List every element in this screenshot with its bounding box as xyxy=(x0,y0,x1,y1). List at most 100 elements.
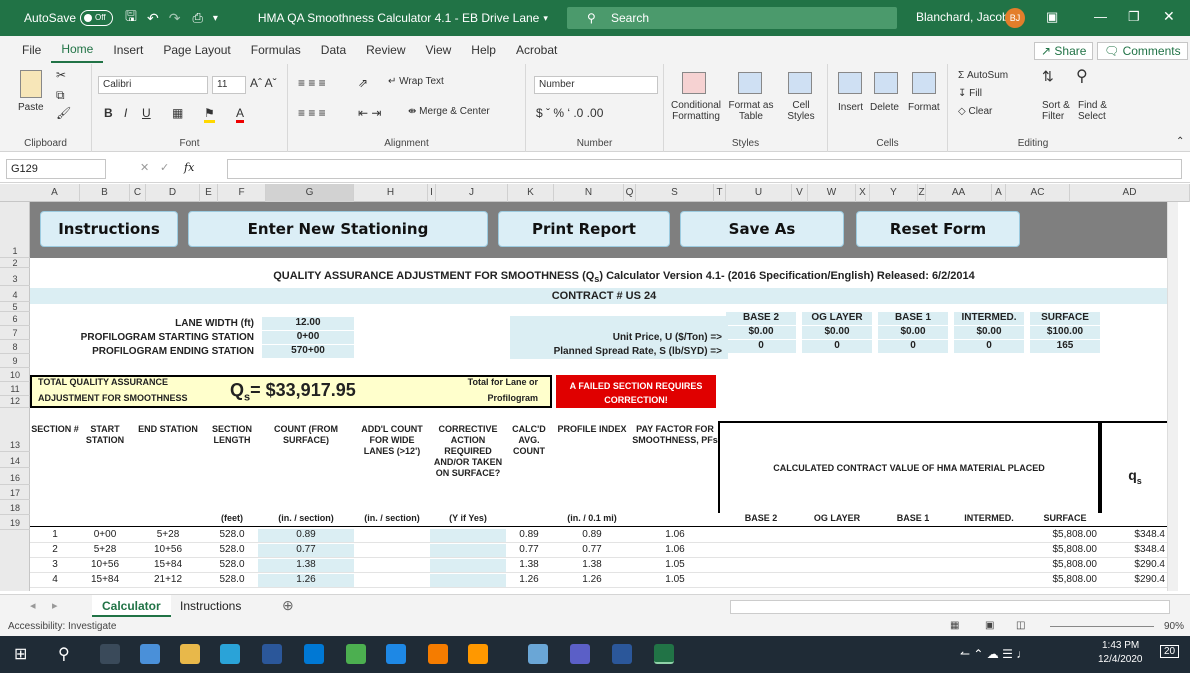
tab-insert[interactable]: Insert xyxy=(103,36,153,64)
column-header[interactable]: K xyxy=(508,184,554,202)
spread-rate-value[interactable]: 0 xyxy=(802,340,872,353)
tab-review[interactable]: Review xyxy=(356,36,415,64)
unit-price-value[interactable]: $0.00 xyxy=(954,326,1024,339)
formula-input[interactable] xyxy=(227,159,1182,179)
column-header[interactable]: S xyxy=(636,184,714,202)
column-header[interactable]: W xyxy=(808,184,856,202)
row-cell-count[interactable]: 0.89 xyxy=(258,529,354,542)
bold-icon[interactable]: B xyxy=(104,106,113,120)
row-cell-corrective[interactable] xyxy=(430,559,506,572)
column-header[interactable]: B xyxy=(80,184,130,202)
row-header[interactable]: 6 xyxy=(0,312,30,326)
word-app-icon[interactable] xyxy=(612,644,632,664)
font-color-icon[interactable]: A xyxy=(236,106,245,123)
sheet-tab-calculator[interactable]: Calculator xyxy=(92,595,171,617)
close-icon[interactable]: ✕ xyxy=(1163,8,1175,25)
unit-price-value[interactable]: $0.00 xyxy=(878,326,948,339)
column-header[interactable]: AD xyxy=(1070,184,1190,202)
tab-formulas[interactable]: Formulas xyxy=(241,36,311,64)
align-left-icon[interactable]: ≡ ≡ ≡ xyxy=(298,106,326,120)
file-explorer-icon[interactable] xyxy=(180,644,200,664)
fx-icon[interactable]: fx xyxy=(184,161,194,174)
add-sheet-icon[interactable]: ⊕ xyxy=(282,597,294,614)
format-as-table-button[interactable]: Format as Table xyxy=(726,100,776,122)
delete-cells-icon[interactable] xyxy=(874,72,898,94)
spread-rate-value[interactable]: 0 xyxy=(954,340,1024,353)
tab-page-layout[interactable]: Page Layout xyxy=(153,36,240,64)
insert-button[interactable]: Insert xyxy=(838,102,863,113)
system-tray-icons[interactable]: ↼ ⌃ ☁ ☰ ♩ xyxy=(960,647,1028,661)
task-view-icon[interactable] xyxy=(100,644,120,664)
taskbar-search-icon[interactable]: ⚲ xyxy=(58,644,78,664)
paste-icon[interactable] xyxy=(20,70,42,98)
row-cell-corrective[interactable] xyxy=(430,574,506,587)
page-break-icon[interactable]: ◫ xyxy=(1016,620,1025,631)
font-size-select[interactable]: 11 xyxy=(212,76,246,94)
row-cell-count[interactable]: 0.77 xyxy=(258,544,354,557)
format-painter-icon[interactable]: 🖌 xyxy=(56,106,71,120)
save-as-button[interactable]: Save As xyxy=(680,211,844,247)
fill-color-icon[interactable]: ⚑ xyxy=(204,106,215,123)
wrap-text-button[interactable]: ↵ Wrap Text xyxy=(388,76,444,87)
row-header[interactable]: 18 xyxy=(0,500,30,515)
page-layout-icon[interactable]: ▣ xyxy=(985,620,994,631)
lane-width-value[interactable]: 12.00 xyxy=(262,317,354,330)
cancel-icon[interactable]: ✕ xyxy=(140,161,149,174)
chrome-icon[interactable] xyxy=(140,644,160,664)
cut-icon[interactable]: ✂ xyxy=(56,68,66,82)
spread-rate-value[interactable]: 0 xyxy=(878,340,948,353)
row-header[interactable]: 8 xyxy=(0,340,30,354)
unit-price-value[interactable]: $0.00 xyxy=(802,326,872,339)
enter-new-stationing-button[interactable]: Enter New Stationing xyxy=(188,211,488,247)
clear-button[interactable]: ◇ Clear xyxy=(958,106,992,117)
row-header[interactable]: 9 xyxy=(0,354,30,368)
column-header[interactable]: G xyxy=(266,184,354,202)
column-header[interactable]: F xyxy=(218,184,266,202)
column-header[interactable]: V xyxy=(792,184,808,202)
normal-view-icon[interactable]: ▦ xyxy=(950,620,959,631)
prev-sheet-icon[interactable]: ◂ xyxy=(30,599,36,612)
paste-button[interactable]: Paste xyxy=(18,102,44,113)
underline-icon[interactable]: U xyxy=(142,106,151,120)
column-header[interactable]: D xyxy=(146,184,200,202)
column-header[interactable]: AA xyxy=(926,184,992,202)
column-header[interactable]: A xyxy=(992,184,1006,202)
horizontal-scrollbar[interactable] xyxy=(730,600,1170,614)
row-header[interactable]: 13 xyxy=(0,408,30,452)
reset-form-button[interactable]: Reset Form xyxy=(856,211,1020,247)
cell-styles-button[interactable]: Cell Styles xyxy=(782,100,820,122)
teams-icon[interactable] xyxy=(570,644,590,664)
column-header[interactable]: N xyxy=(554,184,624,202)
top-align-icon[interactable]: ≡ ≡ ≡ xyxy=(298,76,326,90)
copy-icon[interactable]: ⧉ xyxy=(56,88,65,103)
indent-icon[interactable]: ⇤ ⇥ xyxy=(358,106,381,120)
column-header[interactable]: T xyxy=(714,184,726,202)
column-header[interactable]: E xyxy=(200,184,218,202)
tab-home[interactable]: Home xyxy=(51,37,104,63)
notifications-badge[interactable]: 20 xyxy=(1160,645,1180,658)
sheet-tab-instructions[interactable]: Instructions xyxy=(180,599,241,613)
end-station-value[interactable]: 570+00 xyxy=(262,345,354,358)
delete-button[interactable]: Delete xyxy=(870,102,899,113)
tab-view[interactable]: View xyxy=(416,36,462,64)
share-button[interactable]: ↗ Share xyxy=(1034,42,1094,60)
row-header[interactable]: 3 xyxy=(0,268,30,286)
comments-button[interactable]: 🗨 Comments xyxy=(1097,42,1188,60)
row-header[interactable]: 4 xyxy=(0,286,30,302)
clock-date[interactable]: 12/4/2020 xyxy=(1098,654,1143,665)
column-header[interactable]: Y xyxy=(870,184,918,202)
currency-icon[interactable]: $ ˇ % ‘ .0 .00 xyxy=(536,106,603,120)
conditional-formatting-icon[interactable] xyxy=(682,72,706,94)
autosum-button[interactable]: Σ AutoSum xyxy=(958,70,1008,81)
number-format-select[interactable]: Number xyxy=(534,76,658,94)
column-header[interactable]: H xyxy=(354,184,428,202)
row-header[interactable]: 7 xyxy=(0,326,30,340)
row-cell-count[interactable]: 1.38 xyxy=(258,559,354,572)
minimize-icon[interactable]: — xyxy=(1094,9,1107,24)
column-header[interactable]: U xyxy=(726,184,792,202)
spread-rate-value[interactable]: 0 xyxy=(726,340,796,353)
print-report-button[interactable]: Print Report xyxy=(498,211,670,247)
row-header[interactable]: 5 xyxy=(0,302,30,312)
zoom-level[interactable]: 90% xyxy=(1164,621,1184,632)
row-header[interactable]: 14 xyxy=(0,452,30,468)
